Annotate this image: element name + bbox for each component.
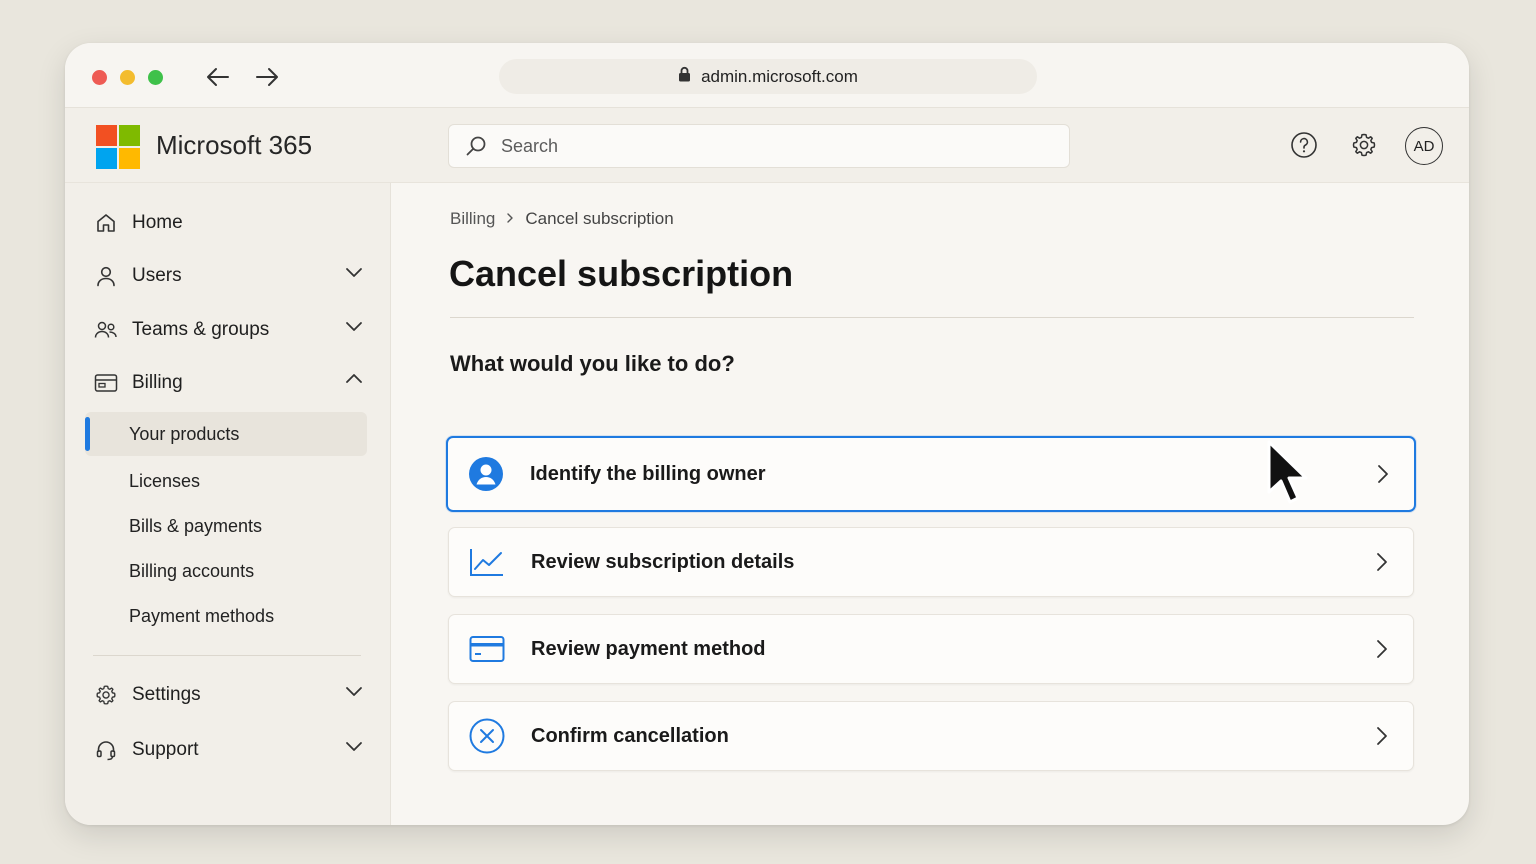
sidebar-item-support[interactable]: Support: [93, 730, 363, 770]
minimize-window-button[interactable]: [120, 70, 135, 85]
chevron-down-icon[interactable]: [345, 320, 363, 332]
chevron-up-icon[interactable]: [345, 373, 363, 385]
sidebar-subitem-label: Bills & payments: [129, 515, 263, 536]
sidebar-nav: Home Users Teams & groups Billing Your p…: [65, 183, 391, 825]
forward-arrow-icon[interactable]: [253, 63, 281, 91]
chevron-right-icon: [1375, 725, 1389, 747]
line-chart-icon: [468, 543, 506, 581]
option-label: Review subscription details: [531, 550, 795, 573]
microsoft-logo[interactable]: [96, 125, 140, 169]
app-header: Microsoft 365 AD: [65, 108, 1469, 183]
sidebar-item-label: Users: [132, 265, 182, 286]
person-circle-icon: [467, 455, 505, 493]
search-input[interactable]: [499, 134, 1023, 158]
close-circle-icon: [468, 717, 506, 755]
option-confirm-cancellation[interactable]: Confirm cancellation: [448, 701, 1414, 771]
sidebar-subitem-label: Payment methods: [129, 605, 275, 626]
billing-icon: [93, 370, 119, 396]
sidebar-item-label: Billing: [132, 372, 183, 393]
sidebar-item-teams-groups[interactable]: Teams & groups: [93, 310, 363, 350]
sidebar-subitem-bills-payments[interactable]: Bills & payments: [85, 504, 367, 548]
sidebar-item-label: Support: [132, 739, 199, 760]
chevron-right-icon: [1376, 463, 1390, 485]
user-avatar[interactable]: AD: [1405, 127, 1443, 165]
maximize-window-button[interactable]: [148, 70, 163, 85]
close-window-button[interactable]: [92, 70, 107, 85]
sidebar-item-billing[interactable]: Billing: [93, 363, 363, 403]
option-label: Confirm cancellation: [531, 724, 729, 747]
option-review-subscription-details[interactable]: Review subscription details: [448, 527, 1414, 597]
chevron-down-icon[interactable]: [345, 685, 363, 697]
chevron-down-icon[interactable]: [345, 740, 363, 752]
sidebar-subitem-your-products[interactable]: Your products: [85, 412, 367, 456]
url-text: admin.microsoft.com: [701, 66, 858, 86]
breadcrumb-current: Cancel subscription: [525, 209, 674, 228]
sidebar-subitem-billing-accounts[interactable]: Billing accounts: [85, 549, 367, 593]
sidebar-subitem-label: Your products: [129, 423, 240, 444]
people-icon: [93, 317, 119, 343]
section-heading: What would you like to do?: [450, 351, 735, 376]
home-icon: [93, 210, 119, 236]
address-bar[interactable]: admin.microsoft.com: [499, 59, 1037, 94]
lock-icon: [678, 66, 691, 87]
sidebar-subitem-licenses[interactable]: Licenses: [85, 459, 367, 503]
title-divider: [450, 317, 1414, 318]
sidebar-item-label: Home: [132, 212, 183, 233]
headset-icon: [93, 737, 119, 763]
chevron-right-icon: [505, 209, 515, 229]
option-review-payment-method[interactable]: Review payment method: [448, 614, 1414, 684]
sidebar-subitem-label: Licenses: [129, 470, 201, 491]
sidebar-subitem-label: Billing accounts: [129, 560, 255, 581]
sidebar-item-home[interactable]: Home: [93, 203, 363, 243]
search-icon: [465, 135, 487, 157]
option-label: Review payment method: [531, 637, 766, 660]
settings-gear-icon[interactable]: [1347, 128, 1381, 162]
breadcrumb-billing-link[interactable]: Billing: [450, 209, 495, 229]
browser-toolbar: admin.microsoft.com: [65, 43, 1469, 108]
credit-card-icon: [468, 630, 506, 668]
sidebar-subitem-payment-methods[interactable]: Payment methods: [85, 594, 367, 638]
mouse-cursor-icon: [1265, 440, 1311, 511]
sidebar-item-users[interactable]: Users: [93, 256, 363, 296]
option-label: Identify the billing owner: [530, 462, 766, 485]
back-arrow-icon[interactable]: [204, 63, 232, 91]
sidebar-item-label: Teams & groups: [132, 319, 270, 340]
sidebar-divider: [93, 655, 361, 656]
search-box[interactable]: [448, 124, 1070, 168]
breadcrumb: Billing Cancel subscription: [450, 209, 674, 229]
help-icon[interactable]: [1287, 128, 1321, 162]
chevron-right-icon: [1375, 638, 1389, 660]
app-title: Microsoft 365: [156, 130, 313, 160]
page-title: Cancel subscription: [449, 253, 794, 294]
browser-window: admin.microsoft.com Microsoft 365 AD: [65, 43, 1469, 825]
gear-icon: [93, 682, 119, 708]
chevron-right-icon: [1375, 551, 1389, 573]
user-icon: [93, 263, 119, 289]
chevron-down-icon[interactable]: [345, 266, 363, 278]
sidebar-item-label: Settings: [132, 684, 201, 705]
sidebar-item-settings[interactable]: Settings: [93, 675, 363, 715]
